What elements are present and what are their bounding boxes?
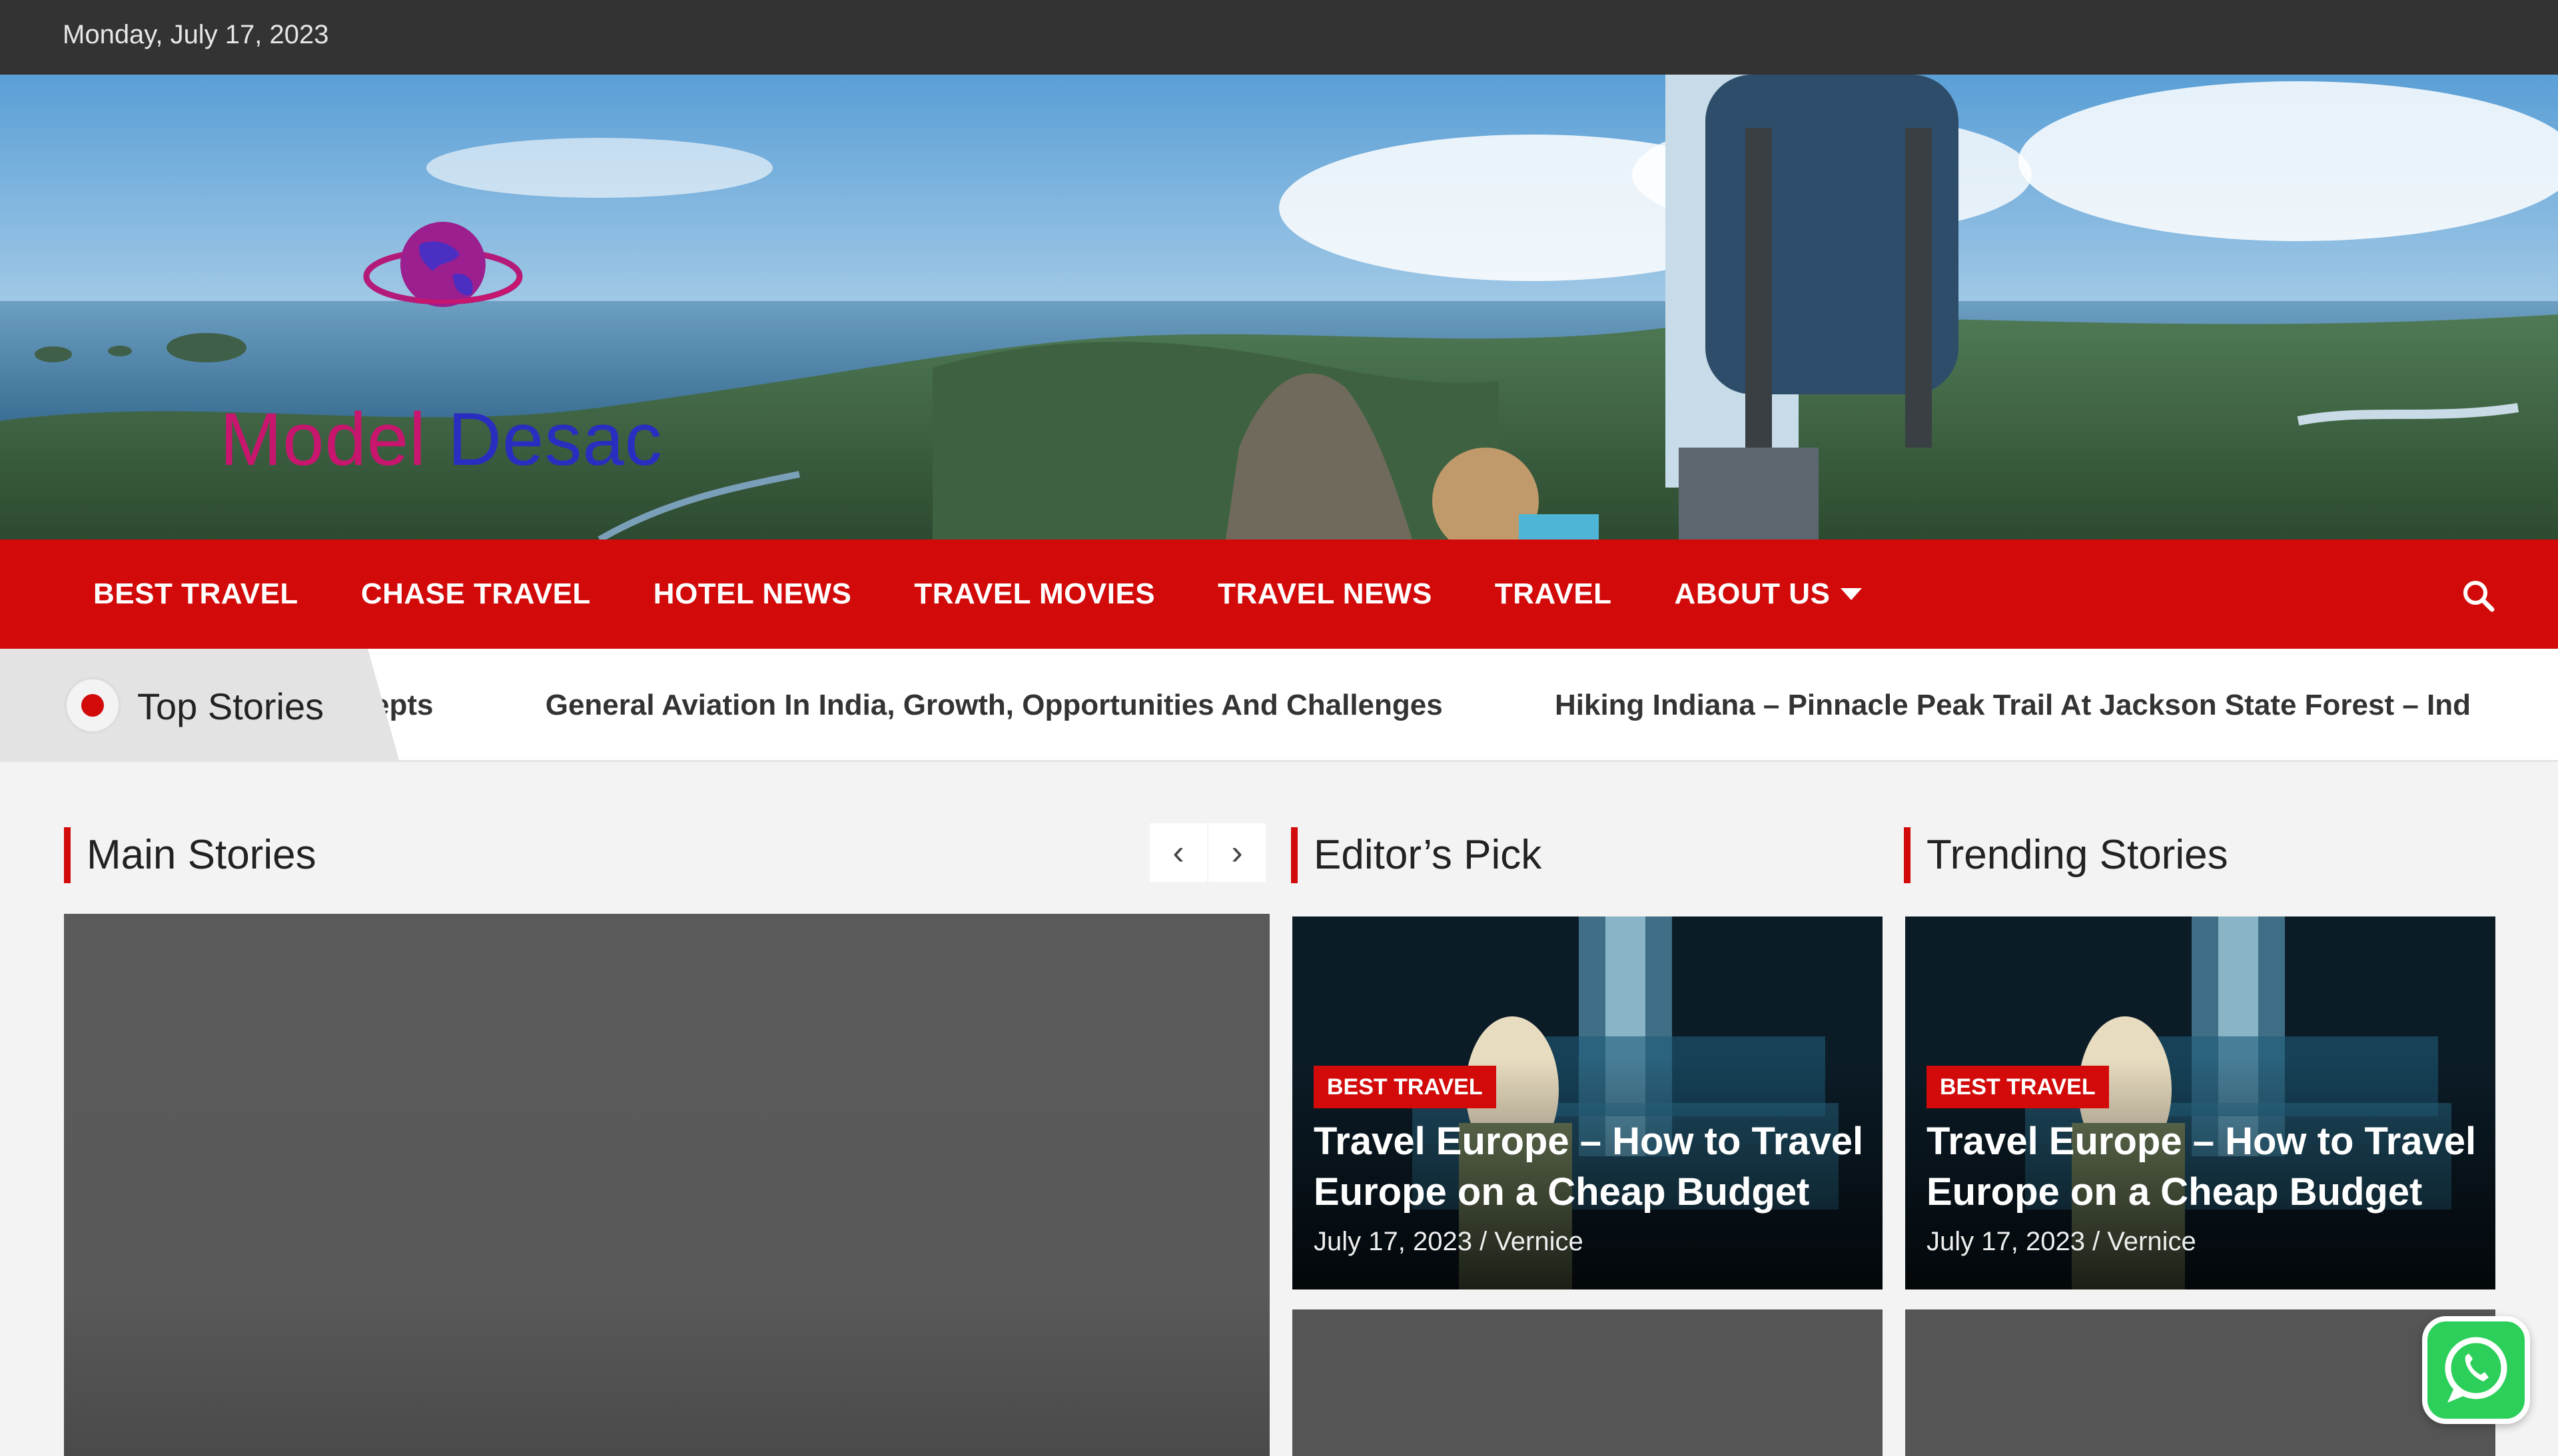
editors-pick-card[interactable]: BEST TRAVEL Travel Europe – How to Trave…: [1292, 916, 1883, 1289]
top-stories-ticker: epts General Aviation In India, Growth, …: [0, 649, 2558, 762]
header-banner: Model Desac: [0, 75, 2558, 540]
site-logo[interactable]: Model Desac: [220, 218, 686, 484]
site-name-word-1: Model: [220, 398, 427, 481]
nav-item-best-travel[interactable]: BEST TRAVEL: [93, 577, 298, 611]
ticker-label: Top Stories: [137, 685, 324, 727]
nav-item-hotel-news[interactable]: HOTEL NEWS: [653, 577, 852, 611]
category-badge[interactable]: BEST TRAVEL: [1314, 1066, 1496, 1108]
live-dot-icon: [64, 677, 121, 734]
nav-item-travel[interactable]: TRAVEL: [1495, 577, 1612, 611]
whatsapp-icon: [2445, 1337, 2507, 1403]
whatsapp-chat-button[interactable]: [2422, 1316, 2530, 1424]
ticker-item[interactable]: General Aviation In India, Growth, Oppor…: [546, 689, 1443, 721]
nav-item-about-us[interactable]: ABOUT US: [1675, 577, 1863, 611]
ticker-items: epts General Aviation In India, Growth, …: [373, 689, 2558, 722]
nav-item-chase-travel[interactable]: CHASE TRAVEL: [361, 577, 591, 611]
nav-item-travel-news[interactable]: TRAVEL NEWS: [1218, 577, 1432, 611]
globe-logo-icon: [363, 222, 523, 307]
site-name: Model Desac: [220, 396, 663, 482]
ticker-fade: [2478, 649, 2558, 760]
caret-down-icon: [1841, 588, 1863, 600]
trending-story-card-2[interactable]: [1905, 1309, 2495, 1456]
main-navigation: BEST TRAVEL CHASE TRAVEL HOTEL NEWS TRAV…: [0, 540, 2558, 649]
next-arrow-button[interactable]: ›: [1208, 823, 1266, 882]
site-name-word-2: Desac: [448, 398, 663, 481]
main-stories-title: Main Stories: [64, 827, 316, 883]
story-headline[interactable]: Travel Europe – How to Travel Europe on …: [1314, 1116, 1867, 1218]
nav-item-travel-movies[interactable]: TRAVEL MOVIES: [914, 577, 1155, 611]
editors-pick-card-2[interactable]: [1292, 1309, 1883, 1456]
prev-arrow-button[interactable]: ‹: [1150, 823, 1207, 882]
trending-stories-title: Trending Stories: [1904, 827, 2228, 883]
ticker-item[interactable]: Hiking Indiana – Pinnacle Peak Trail At …: [1555, 689, 2471, 721]
top-bar: Monday, July 17, 2023: [0, 0, 2558, 75]
story-meta: July 17, 2023 / Vernice: [1314, 1227, 1583, 1256]
search-icon[interactable]: [2461, 578, 2495, 613]
nav-item-about-us-label: ABOUT US: [1674, 577, 1831, 610]
story-meta: July 17, 2023 / Vernice: [1926, 1227, 2196, 1256]
main-story-slide[interactable]: [64, 914, 1270, 1456]
trending-story-card[interactable]: BEST TRAVEL Travel Europe – How to Trave…: [1905, 916, 2495, 1289]
current-date: Monday, July 17, 2023: [63, 20, 329, 49]
editors-pick-title: Editor’s Pick: [1291, 827, 1541, 883]
category-badge[interactable]: BEST TRAVEL: [1926, 1066, 2109, 1108]
main-stories-slider-controls: ‹ ›: [1150, 823, 1267, 882]
story-headline[interactable]: Travel Europe – How to Travel Europe on …: [1926, 1116, 2479, 1218]
